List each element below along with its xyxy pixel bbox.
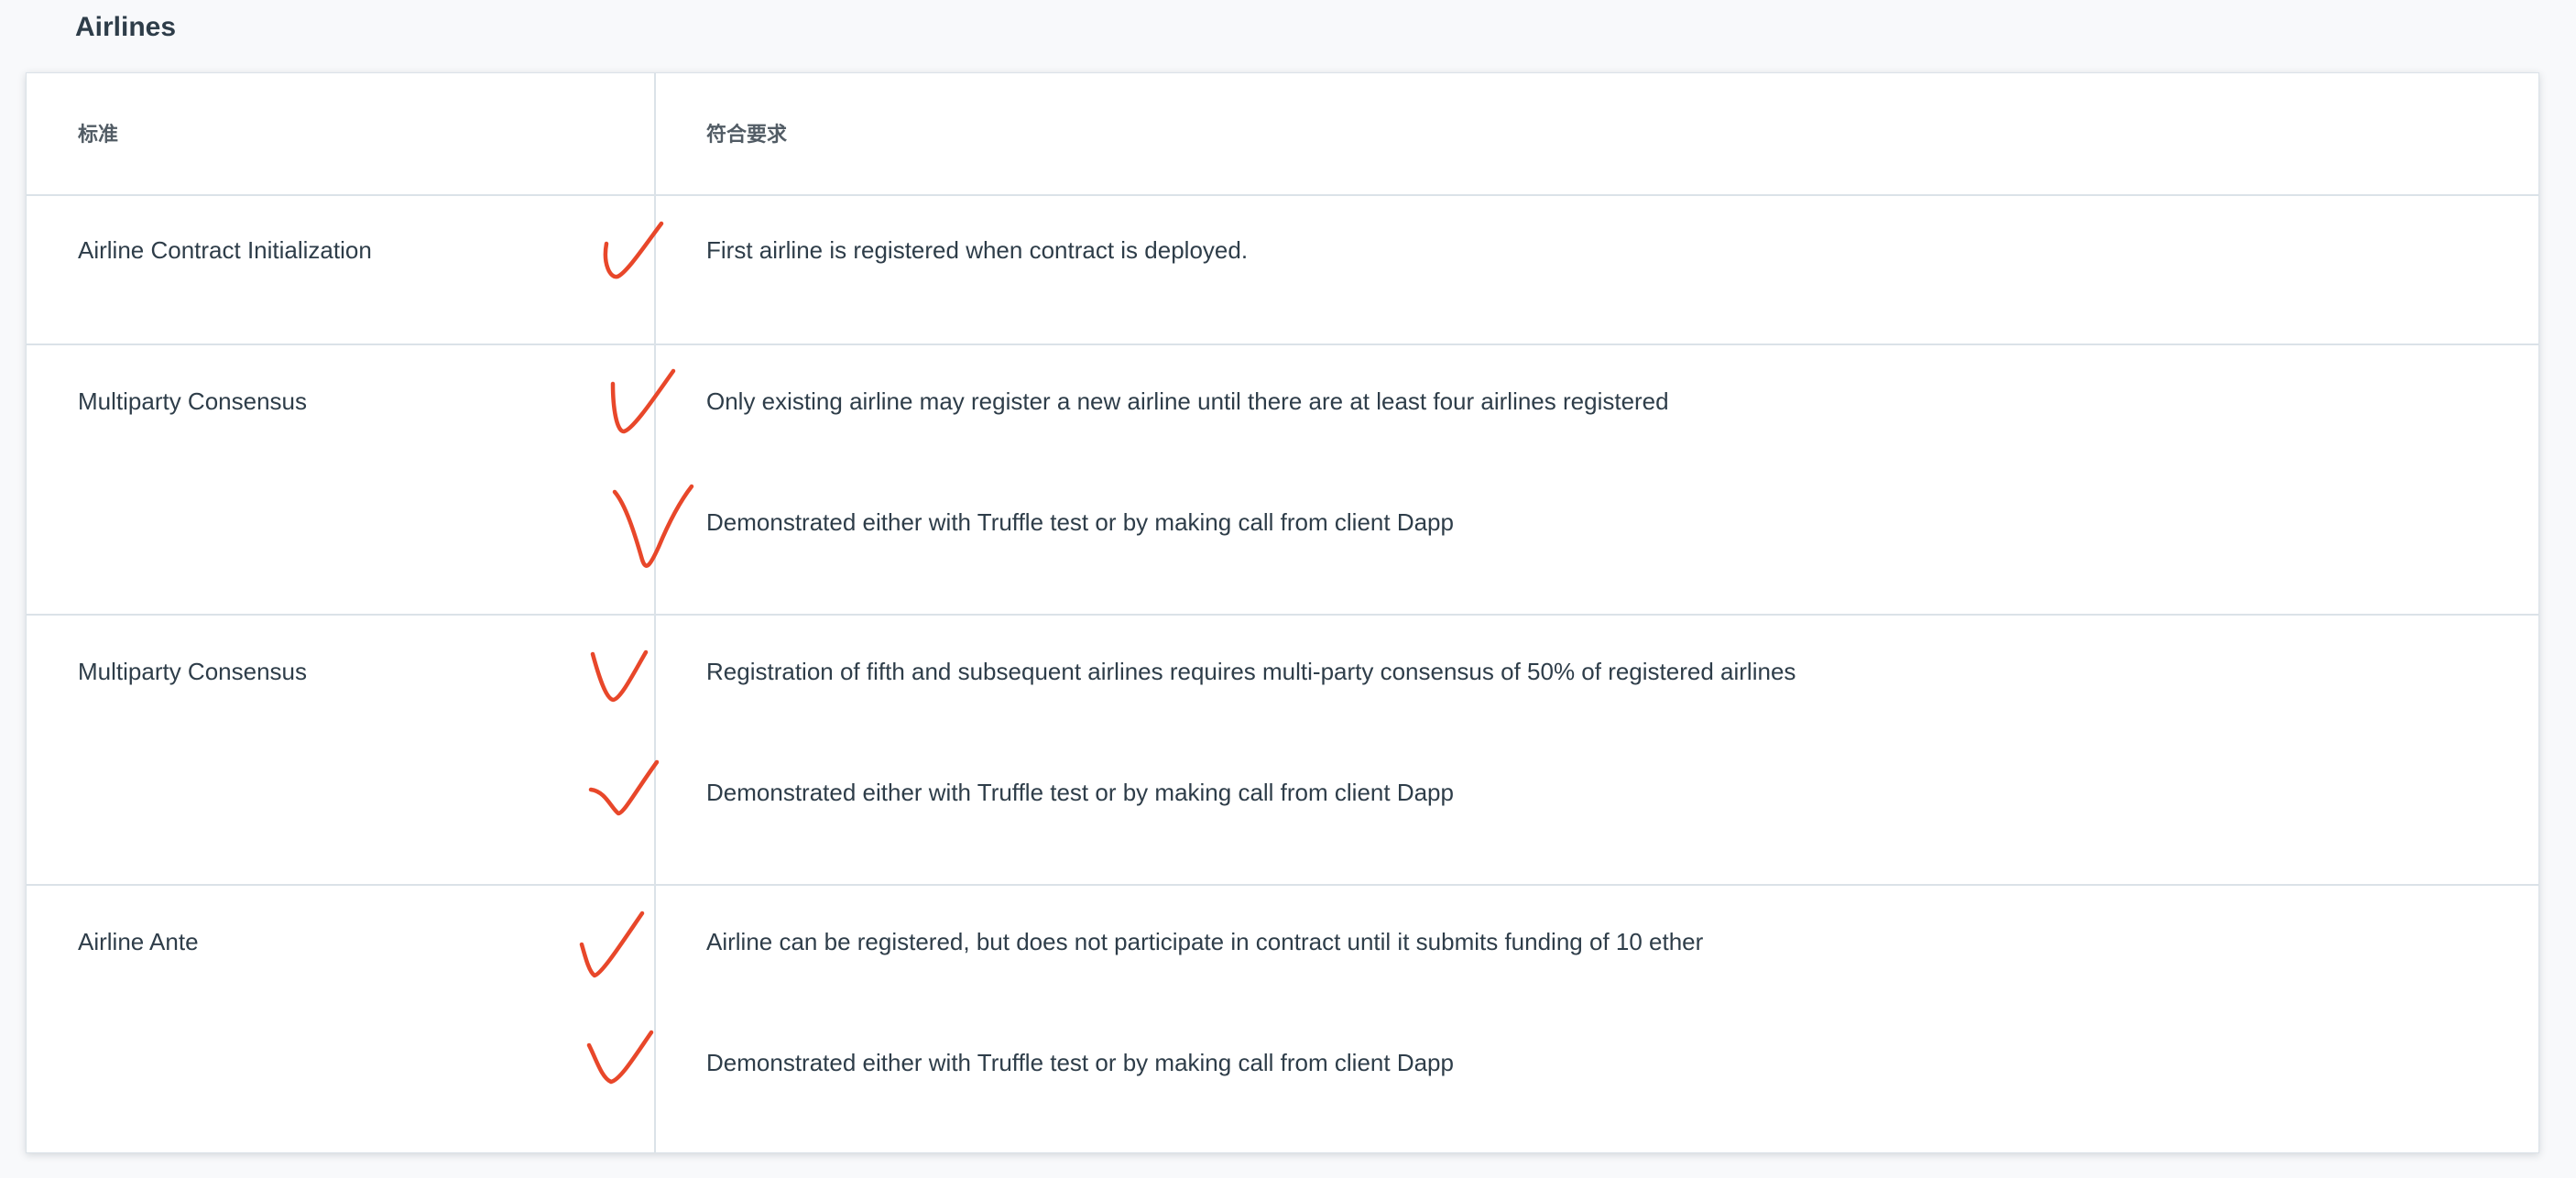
header-specification: 符合要求	[706, 123, 788, 146]
checkmark-icon	[590, 649, 649, 703]
specification-cell: First airline is registered when contrac…	[706, 236, 1249, 264]
specification-cell: Only existing airline may register a new…	[706, 387, 1669, 415]
checkmark-icon	[579, 911, 645, 978]
specification-cell: Registration of fifth and subsequent air…	[706, 658, 1796, 685]
table-header-row: 标准 符合要求	[27, 73, 2538, 196]
table-row: Airline Contract Initialization First ai…	[27, 196, 2538, 345]
section-title: Airlines	[75, 12, 177, 42]
specification-cell: Demonstrated either with Truffle test or…	[706, 508, 1454, 536]
header-criteria: 标准	[78, 123, 119, 146]
criteria-cell: Multiparty Consensus	[78, 387, 307, 415]
checkmark-icon	[586, 1030, 654, 1085]
criteria-cell: Airline Contract Initialization	[78, 236, 372, 264]
table-row: Airline Ante Airline can be registered, …	[27, 886, 2538, 1154]
checkmark-icon	[610, 368, 676, 434]
checkmark-icon	[612, 484, 694, 568]
criteria-cell: Airline Ante	[78, 928, 199, 955]
specification-cell: Airline can be registered, but does not …	[706, 928, 1704, 955]
specification-cell: Demonstrated either with Truffle test or…	[706, 779, 1454, 806]
criteria-cell: Multiparty Consensus	[78, 658, 307, 685]
rubric-table: 标准 符合要求 Airline Contract Initialization …	[26, 72, 2539, 1153]
table-row: Multiparty Consensus Only existing airli…	[27, 345, 2538, 616]
table-row: Multiparty Consensus Registration of fif…	[27, 616, 2538, 886]
checkmark-icon	[588, 759, 660, 816]
checkmark-icon	[603, 221, 664, 279]
specification-cell: Demonstrated either with Truffle test or…	[706, 1049, 1454, 1076]
